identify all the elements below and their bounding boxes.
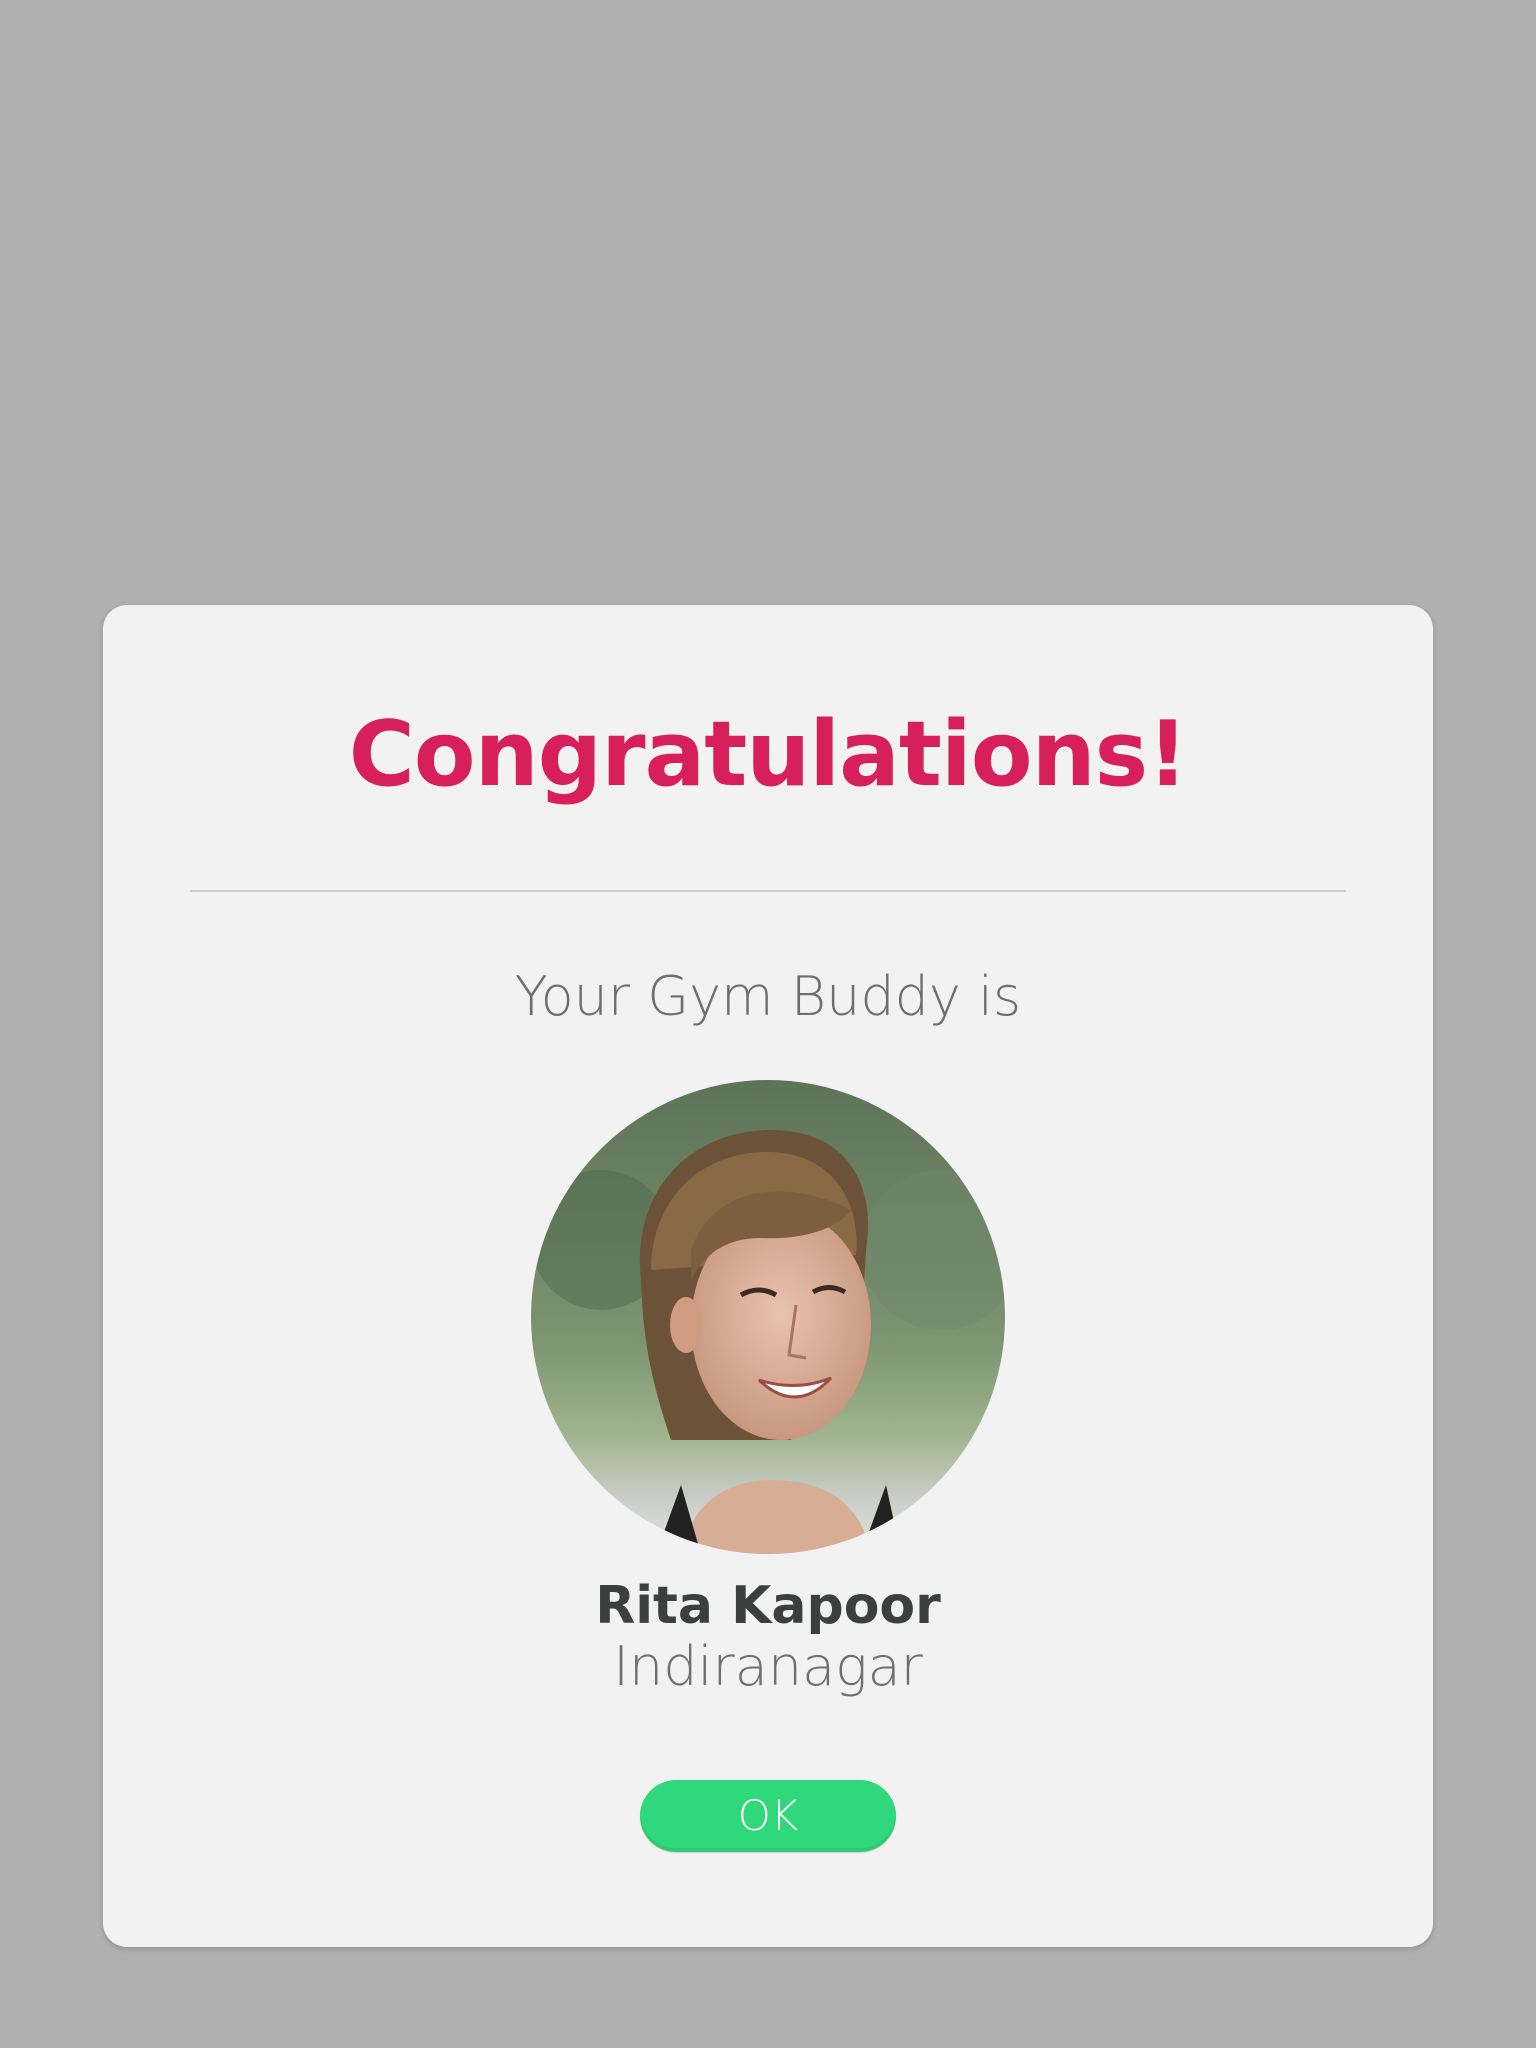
gym-buddy-modal: Congratulations! Your Gym Buddy is Rita … — [103, 605, 1433, 1947]
ok-button[interactable]: OK — [640, 1780, 896, 1852]
buddy-avatar — [531, 1080, 1005, 1554]
divider — [190, 890, 1346, 892]
buddy-name: Rita Kapoor — [595, 1576, 941, 1636]
modal-subtitle: Your Gym Buddy is — [514, 965, 1022, 1028]
buddy-photo-icon — [531, 1080, 1005, 1554]
buddy-location: Indiranagar — [613, 1635, 923, 1698]
modal-title: Congratulations! — [348, 702, 1189, 807]
